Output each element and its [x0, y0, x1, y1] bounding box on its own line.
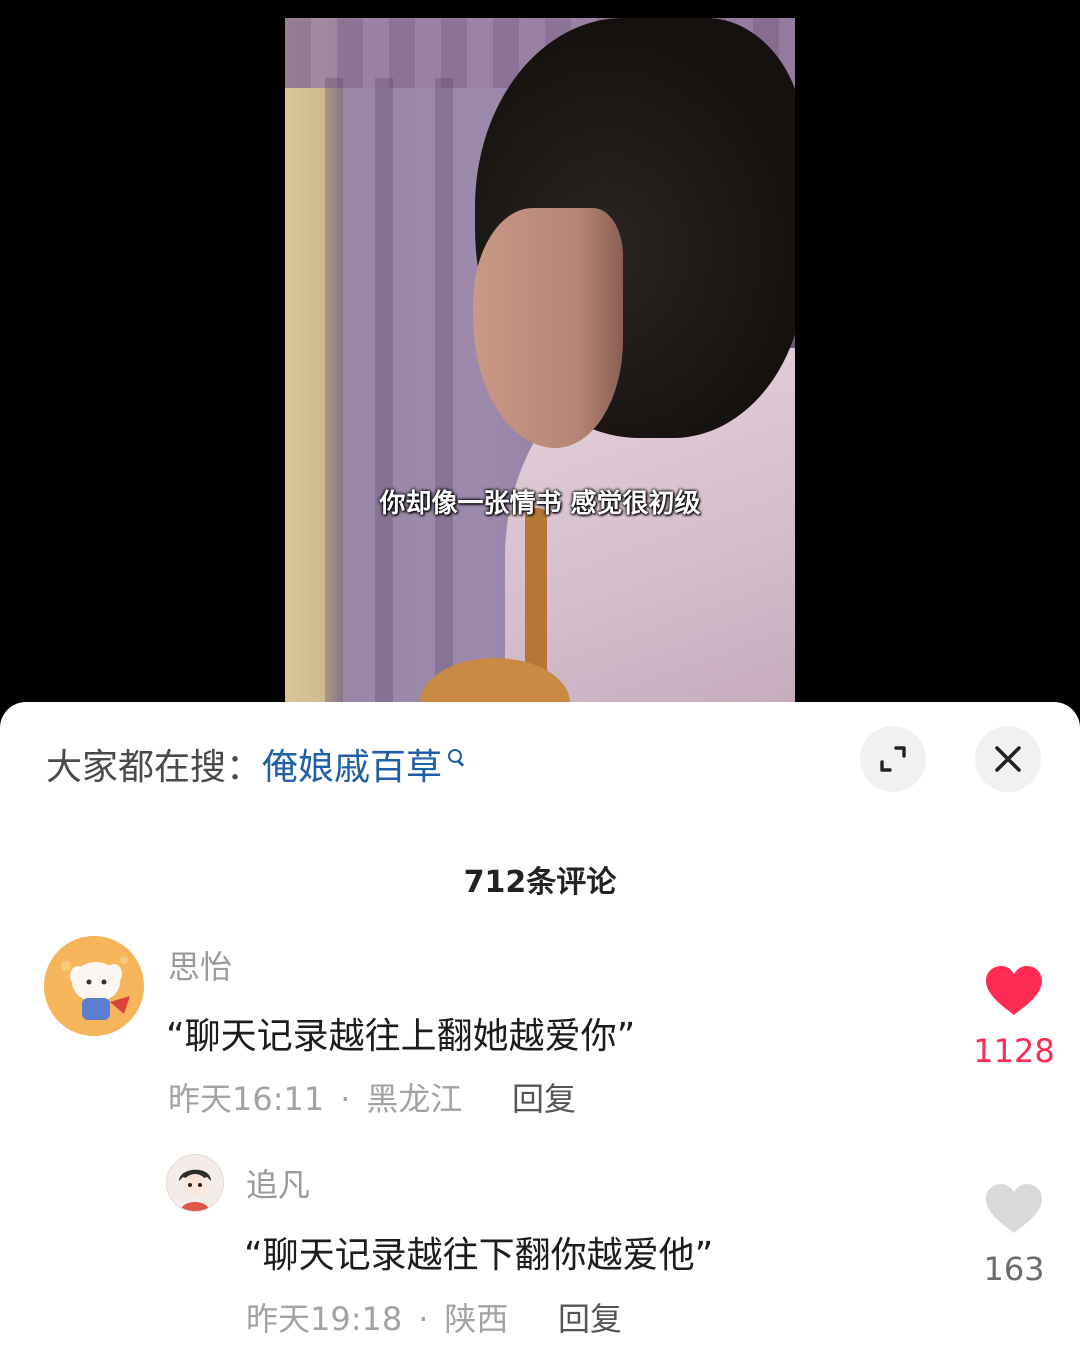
curtain-fold: [435, 78, 453, 718]
video-subtitle: 你却像一张情书 感觉很初级: [379, 489, 701, 519]
expand-button[interactable]: [860, 726, 926, 792]
comment-username[interactable]: 追凡: [246, 1160, 310, 1206]
heart-icon: [986, 1184, 1042, 1233]
like-button[interactable]: [984, 965, 1044, 1017]
comment-text: “聊天记录越往上翻她越爱你”: [166, 1016, 636, 1057]
comment-location: 陕西: [444, 1300, 509, 1338]
heart-icon: [986, 966, 1042, 1015]
trending-search[interactable]: 大家都在搜： 俺娘戚百草: [46, 738, 465, 790]
reply-button[interactable]: 回复: [512, 1074, 576, 1120]
like-button[interactable]: [984, 1183, 1044, 1235]
trending-search-label: 大家都在搜：: [46, 747, 263, 788]
avatar-illustration: [167, 1155, 223, 1211]
comment-text: “聊天记录越往下翻你越爱他”: [244, 1235, 714, 1276]
comment-location: 黑龙江: [366, 1080, 463, 1118]
comment-meta: 昨天19:18 · 陕西: [246, 1300, 509, 1338]
like-count: 1128: [973, 1032, 1055, 1070]
curtain-fold: [325, 78, 343, 718]
expand-icon: [880, 746, 906, 772]
comments-sheet: 大家都在搜： 俺娘戚百草 712条评论 思怡 “聊天记录越往上翻她越爱你” 昨天…: [0, 702, 1080, 1351]
avatar[interactable]: [44, 936, 144, 1036]
close-button[interactable]: [975, 726, 1041, 792]
comment-meta: 昨天16:11 · 黑龙江: [168, 1080, 463, 1118]
comments-count: 712条评论: [463, 865, 617, 900]
person-face: [473, 208, 623, 448]
comment-username[interactable]: 思怡: [168, 942, 232, 988]
avatar-illustration: [44, 936, 144, 1036]
like-count: 163: [983, 1250, 1045, 1288]
curtain-fold: [375, 78, 393, 718]
comment-time: 昨天19:18: [246, 1300, 403, 1338]
comment-time: 昨天16:11: [168, 1080, 325, 1118]
video-player[interactable]: 你却像一张情书 感觉很初级: [0, 0, 1080, 740]
trending-search-term[interactable]: 俺娘戚百草: [262, 738, 442, 790]
avatar[interactable]: [166, 1154, 224, 1212]
search-icon[interactable]: [448, 749, 465, 767]
reply-button[interactable]: 回复: [558, 1294, 622, 1340]
close-icon: [995, 746, 1021, 772]
video-frame[interactable]: 你却像一张情书 感觉很初级: [285, 18, 795, 718]
